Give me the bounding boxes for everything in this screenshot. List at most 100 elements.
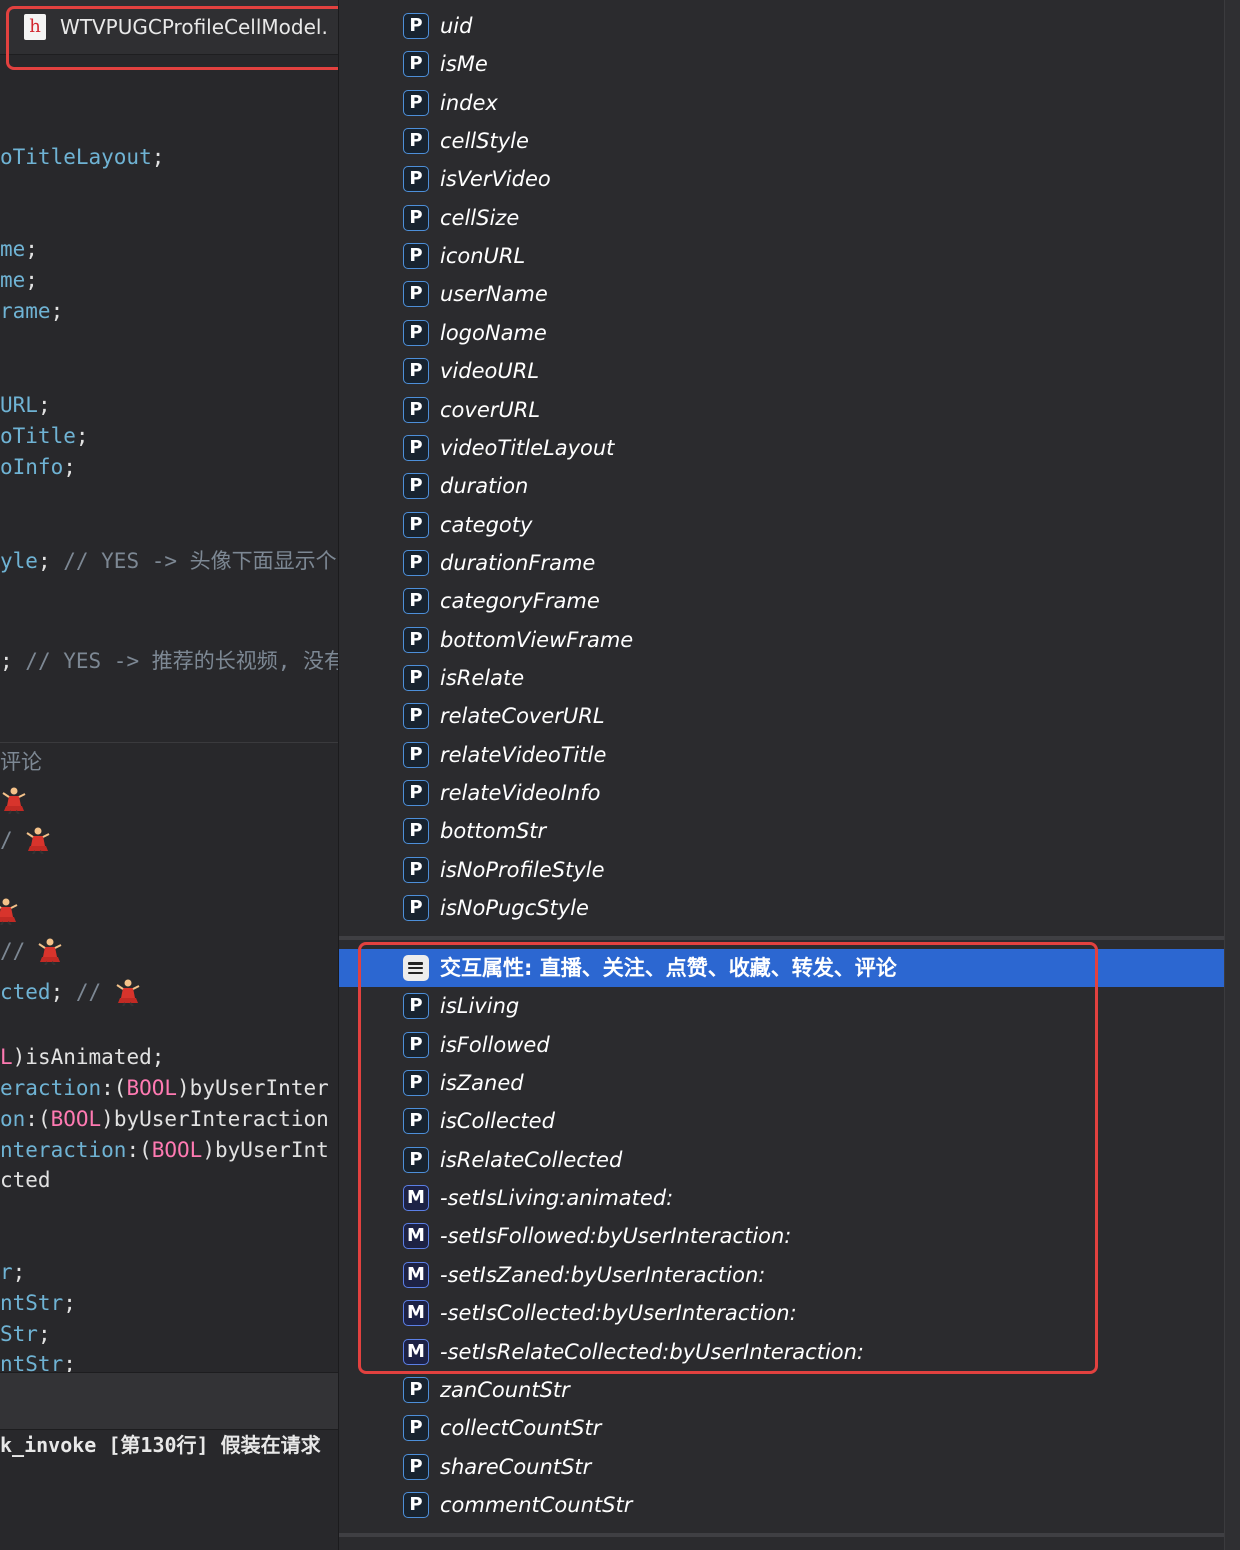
code-token: ; <box>37 549 64 573</box>
code-token: / <box>0 828 13 852</box>
list-divider <box>339 936 1225 940</box>
code-line: me; <box>0 266 38 294</box>
symbol-label: videoURL <box>440 359 540 384</box>
list-item[interactable]: PisVerVideo <box>339 160 1225 198</box>
symbol-label: cellSize <box>440 205 520 230</box>
symbol-label: relateVideoInfo <box>440 781 601 805</box>
list-item[interactable]: PbottomStr <box>339 812 1225 850</box>
list-item[interactable]: PisNoPugcStyle <box>339 889 1225 927</box>
code-line: r; <box>0 1258 25 1286</box>
console-output: k_invoke [第130行] 假装在请求 <box>0 1433 321 1457</box>
list-item[interactable]: PcategoryFrame <box>339 582 1225 620</box>
list-item[interactable]: PrelateCoverURL <box>339 697 1225 735</box>
property-icon: P <box>403 588 429 615</box>
code-line: nteraction:(BOOL)byUserInt <box>0 1136 329 1164</box>
debug-bar[interactable] <box>0 1372 338 1430</box>
code-line: oInfo; <box>0 453 76 481</box>
symbol-label: cellStyle <box>440 129 529 154</box>
code-token: r <box>0 1260 13 1284</box>
code-token: :( <box>101 1076 127 1100</box>
property-icon: P <box>403 895 429 922</box>
symbol-label: isVerVideo <box>440 167 551 192</box>
property-icon: P <box>403 51 429 78</box>
code-token: ; <box>25 237 38 261</box>
list-item[interactable]: PiconURL <box>339 237 1225 275</box>
property-icon: P <box>403 128 429 155</box>
code-token: // <box>0 939 26 963</box>
dancer-emoji-icon <box>0 786 26 815</box>
list-item[interactable]: Pindex <box>339 84 1225 122</box>
property-icon: P <box>403 818 429 845</box>
symbol-label: userName <box>440 282 548 307</box>
property-icon: P <box>403 166 429 193</box>
list-item[interactable]: PdurationFrame <box>339 544 1225 582</box>
list-item[interactable]: PrelateVideoTitle <box>339 736 1225 774</box>
symbol-label: isNoPugcStyle <box>440 896 589 921</box>
list-item[interactable]: PzanCountStr <box>339 1371 1225 1409</box>
symbol-label: iconURL <box>440 244 526 269</box>
code-line: rame; <box>0 297 63 325</box>
code-token: oInfo <box>0 455 64 479</box>
code-token: on <box>0 1107 26 1131</box>
code-line: / <box>0 826 13 854</box>
list-item[interactable]: PlogoName <box>339 314 1225 352</box>
scrollbar[interactable] <box>1224 0 1240 1550</box>
code-token: // YES -> 头像下面显示个 <box>63 549 337 573</box>
list-item[interactable]: PuserName <box>339 275 1225 313</box>
list-item[interactable]: PrelateVideoInfo <box>339 774 1225 812</box>
code-line: 评论 <box>0 748 42 776</box>
list-item[interactable]: PvideoTitleLayout <box>339 429 1225 467</box>
list-item[interactable]: PvideoURL <box>339 352 1225 390</box>
property-icon: P <box>403 1376 429 1403</box>
code-line: ; // YES -> 推荐的长视频, 没有 <box>0 647 338 675</box>
symbol-label: shareCountStr <box>440 1454 592 1479</box>
property-icon: P <box>403 664 429 691</box>
dancer-emoji-icon <box>0 897 18 926</box>
code-token: rame <box>0 299 51 323</box>
symbol-label: isRelate <box>440 665 525 690</box>
list-divider <box>339 1533 1225 1537</box>
symbol-label: duration <box>440 474 529 499</box>
code-token: URL <box>0 393 38 417</box>
code-editor[interactable]: h WTVPUGCProfileCellModel. oTitleLayout;… <box>0 0 338 1550</box>
list-item[interactable]: PcommentCountStr <box>339 1486 1225 1524</box>
code-line: oTitle; <box>0 422 89 450</box>
list-item[interactable]: PshareCountStr <box>339 1448 1225 1486</box>
symbol-label: index <box>440 90 498 115</box>
symbol-label: isMe <box>440 52 488 77</box>
list-item[interactable]: Pduration <box>339 467 1225 505</box>
list-item[interactable]: PbottomViewFrame <box>339 621 1225 659</box>
code-token: BOOL <box>50 1107 102 1131</box>
symbol-label: coverURL <box>440 397 541 422</box>
code-line: me; <box>0 235 38 263</box>
property-icon: P <box>403 1453 429 1480</box>
symbol-label: bottomViewFrame <box>440 627 634 652</box>
list-item[interactable]: PcellSize <box>339 199 1225 237</box>
list-item[interactable]: PisNoProfileStyle <box>339 851 1225 889</box>
list-item[interactable]: PisMe <box>339 45 1225 83</box>
code-line: cted <box>0 1166 51 1194</box>
symbol-label: isNoProfileStyle <box>440 857 605 882</box>
list-item[interactable]: PisRelate <box>339 659 1225 697</box>
code-token: ; <box>63 455 76 479</box>
code-line: eraction:(BOOL)byUserInter <box>0 1074 329 1102</box>
code-token: // YES -> 推荐的长视频, 没有 <box>25 649 338 673</box>
code-token: BOOL <box>151 1138 203 1162</box>
property-icon: P <box>403 89 429 116</box>
code-token: yle <box>0 549 38 573</box>
list-item[interactable]: Pcategoty <box>339 506 1225 544</box>
list-item[interactable]: PcollectCountStr <box>339 1409 1225 1447</box>
property-icon: P <box>403 1491 429 1518</box>
code-token: :( <box>25 1107 51 1131</box>
code-line: oTitleLayout; <box>0 143 164 171</box>
symbol-label: zanCountStr <box>440 1377 570 1402</box>
code-token: 评论 <box>0 750 42 774</box>
symbol-label: categoryFrame <box>440 589 600 614</box>
code-token: ; <box>37 393 51 417</box>
list-item[interactable]: PcoverURL <box>339 391 1225 429</box>
code-token: ; <box>25 268 38 292</box>
list-item[interactable]: Puid <box>339 7 1225 45</box>
code-line: // <box>0 937 25 965</box>
list-item[interactable]: PcellStyle <box>339 122 1225 160</box>
code-token: ; <box>0 649 26 673</box>
